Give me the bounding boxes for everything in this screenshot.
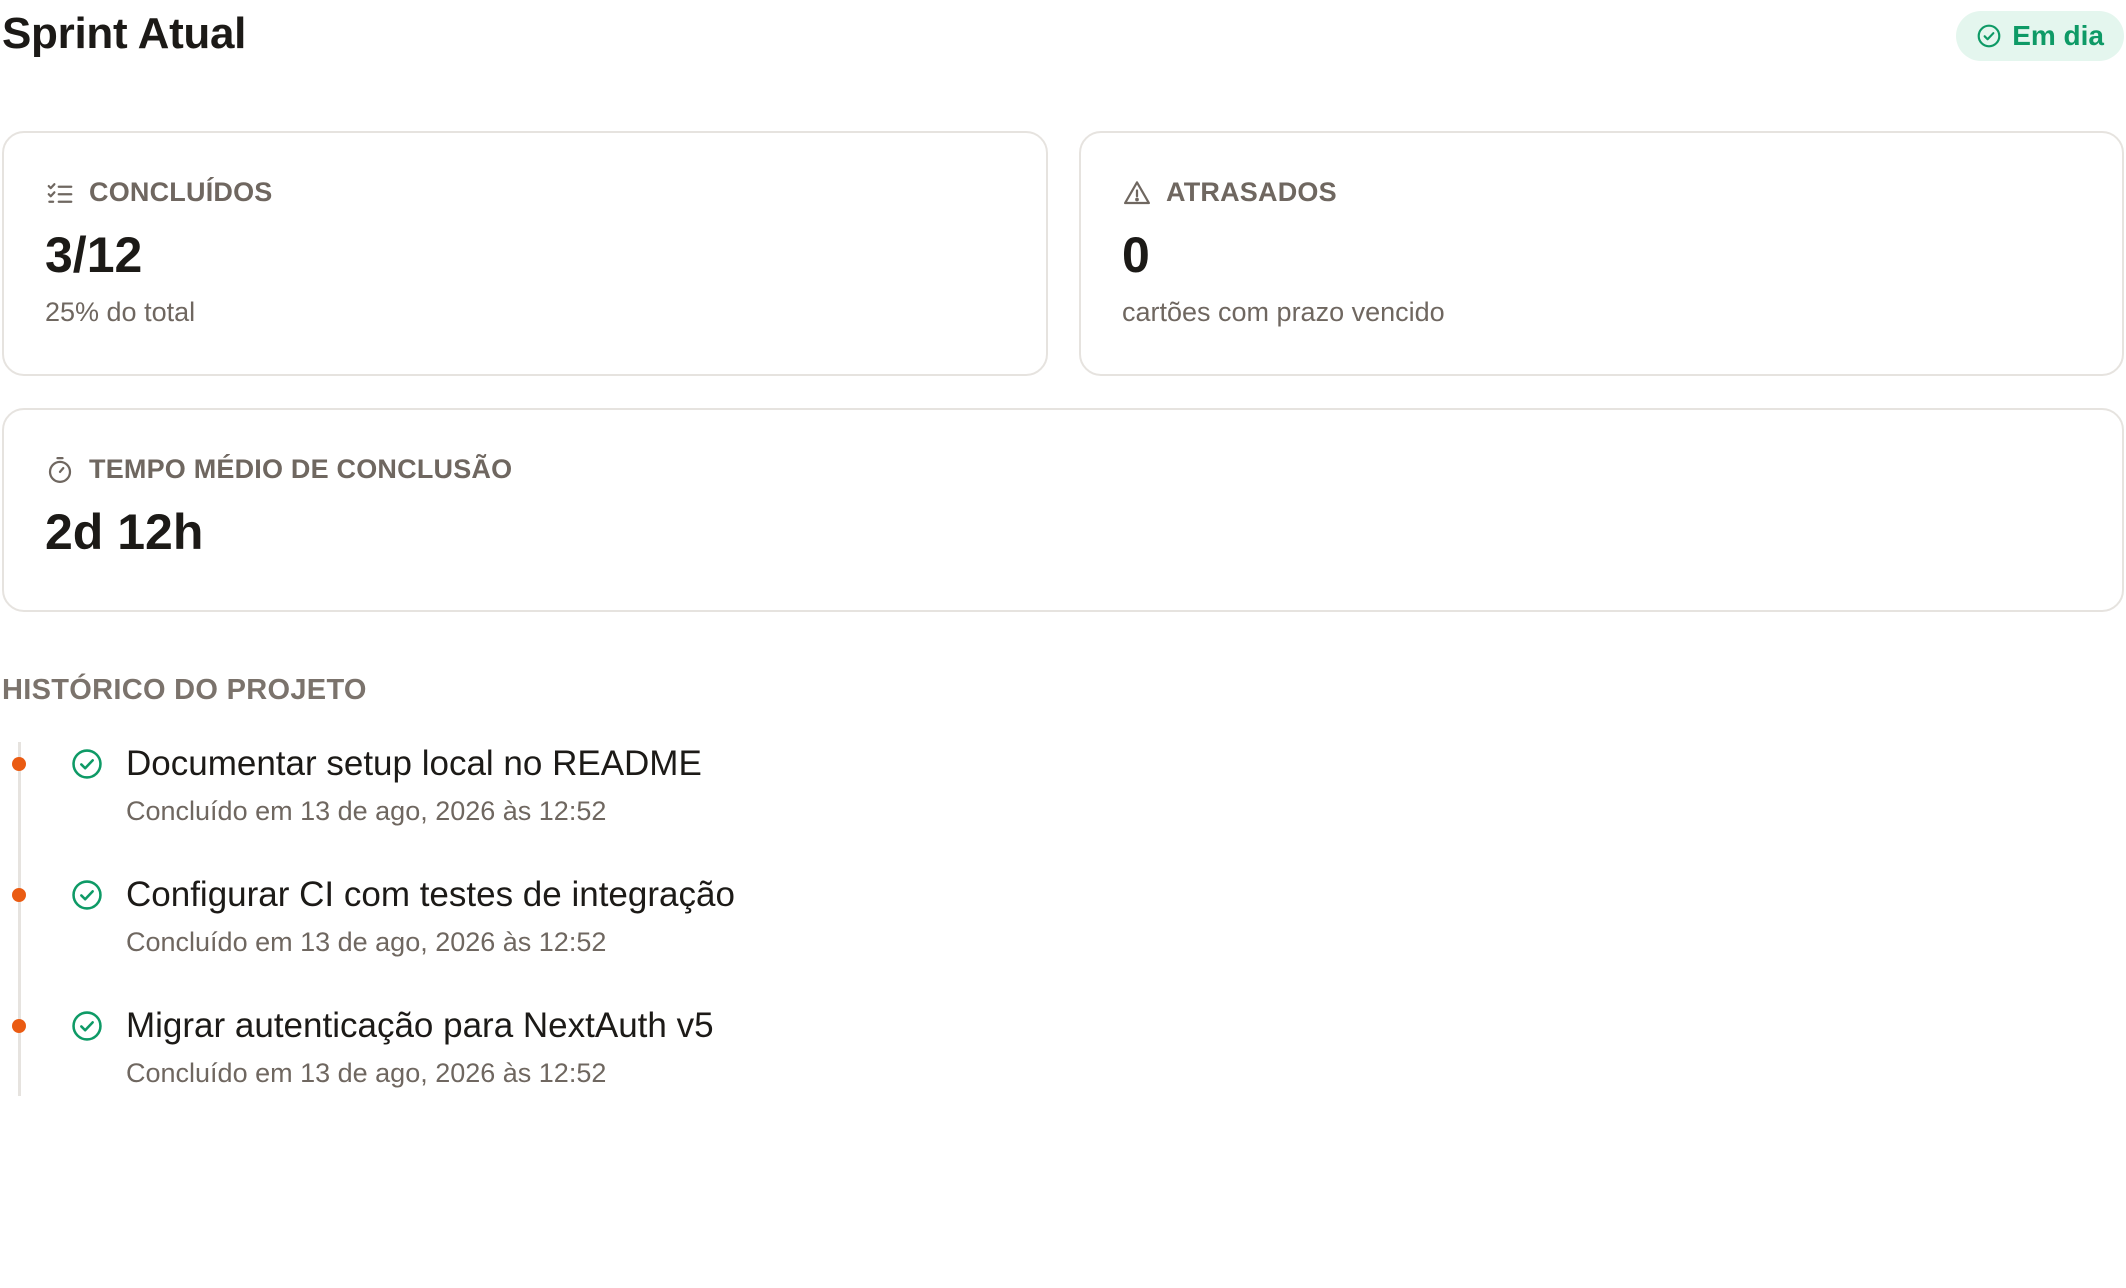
completed-card-label: CONCLUÍDOS — [45, 177, 273, 208]
avg-time-card-label: TEMPO MÉDIO DE CONCLUSÃO — [45, 454, 512, 485]
timeline-item-title: Migrar autenticação para NextAuth v5 — [126, 1006, 714, 1045]
status-badge: Em dia — [1956, 11, 2124, 61]
stopwatch-icon — [48, 456, 72, 483]
status-label: Em dia — [2012, 20, 2104, 51]
timeline-item: Migrar autenticação para NextAuth v5 Con… — [2, 1004, 1402, 1114]
list-check-icon — [47, 182, 73, 203]
project-history-timeline: Documentar setup local no README Concluí… — [2, 742, 1402, 1096]
check-circle-icon — [72, 749, 102, 779]
warning-triangle-icon — [1124, 180, 1150, 204]
completed-count: 3/12 — [45, 227, 143, 283]
timeline-item-date: Concluído em 13 de ago, 2026 às 12:52 — [126, 796, 607, 826]
overdue-card-label: ATRASADOS — [1122, 177, 1337, 208]
header: Sprint Atual Em dia — [2, 0, 2124, 72]
timeline-item-title: Documentar setup local no README — [126, 744, 702, 783]
timeline-dot — [12, 757, 26, 771]
overdue-description: cartões com prazo vencido — [1122, 297, 1445, 327]
timeline-dot — [12, 1019, 26, 1033]
timeline-item-title: Configurar CI com testes de integração — [126, 875, 735, 914]
check-circle-icon — [72, 880, 102, 910]
timeline-item: Configurar CI com testes de integração C… — [2, 873, 1402, 983]
project-history-title: HISTÓRICO DO PROJETO — [2, 674, 367, 706]
check-circle-icon — [72, 1011, 102, 1041]
avg-completion-time-card: TEMPO MÉDIO DE CONCLUSÃO 2d 12h — [2, 408, 2124, 612]
check-circle-icon — [1977, 24, 2001, 48]
timeline-item: Documentar setup local no README Concluí… — [2, 742, 1402, 852]
sprint-dashboard: Sprint Atual Em dia CONCLUÍDOS 3/12 25% … — [0, 0, 2126, 1288]
page-title: Sprint Atual — [2, 9, 247, 58]
completed-card: CONCLUÍDOS 3/12 25% do total — [2, 131, 1048, 376]
timeline-item-date: Concluído em 13 de ago, 2026 às 12:52 — [126, 1058, 607, 1088]
timeline-dot — [12, 888, 26, 902]
completed-percentage: 25% do total — [45, 297, 196, 327]
avg-time-value: 2d 12h — [45, 504, 204, 560]
overdue-count: 0 — [1122, 227, 1150, 283]
timeline-item-date: Concluído em 13 de ago, 2026 às 12:52 — [126, 927, 607, 957]
overdue-card: ATRASADOS 0 cartões com prazo vencido — [1079, 131, 2124, 376]
